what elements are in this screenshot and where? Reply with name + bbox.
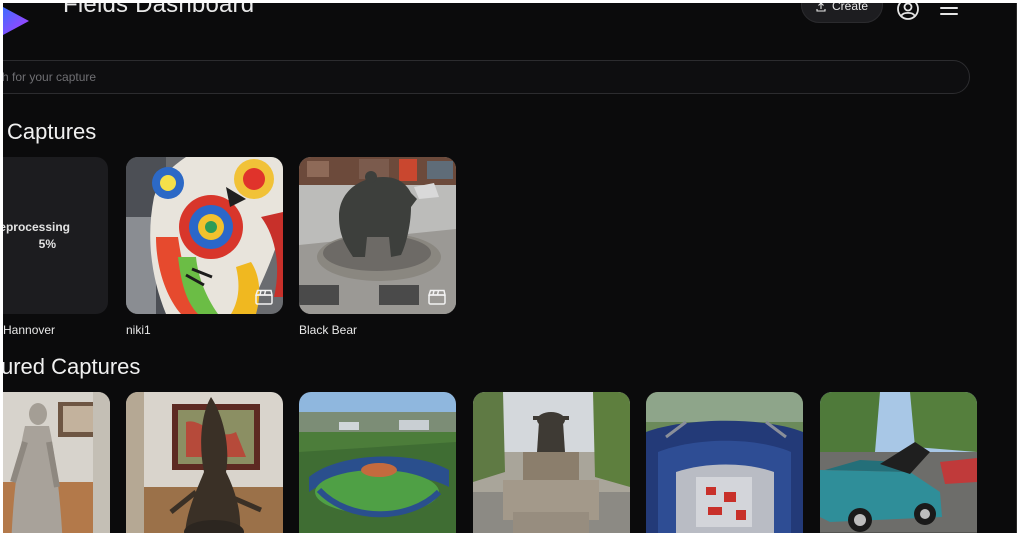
processing-status: eprocessing 5% [3, 219, 108, 253]
upload-icon [816, 3, 826, 12]
capture-card-black-bear[interactable] [299, 157, 456, 314]
create-button-label: Create [831, 3, 869, 13]
search-input[interactable] [3, 61, 969, 93]
app-title: Fields Dashboard [63, 3, 255, 18]
capture-label-niki1[interactable]: niki1 [126, 323, 151, 337]
featured-card[interactable] [473, 392, 630, 533]
capture-card-niki1[interactable] [126, 157, 283, 314]
capture-label-black-bear[interactable]: Black Bear [299, 323, 357, 337]
capture-card-hannover[interactable]: eprocessing 5% [3, 157, 108, 314]
create-button[interactable]: Create [801, 3, 883, 23]
featured-card[interactable] [3, 392, 110, 533]
statue-thumbnail [3, 392, 110, 533]
processing-percent: 5% [38, 237, 56, 251]
yoda-fountain-thumbnail [473, 392, 630, 533]
featured-card[interactable] [299, 392, 456, 533]
baseball-stadium-thumbnail [299, 392, 456, 533]
classic-car-thumbnail [820, 392, 977, 533]
dashboard-window: Fields Dashboard Create Captures eproces… [3, 3, 1017, 533]
user-account-icon[interactable] [896, 3, 920, 21]
featured-captures-heading: ured Captures [3, 354, 141, 379]
featured-card[interactable] [126, 392, 283, 533]
clapperboard-icon [255, 289, 273, 305]
clapperboard-icon [428, 289, 446, 305]
football-stadium-thumbnail [646, 392, 803, 533]
capture-label-hannover[interactable]: Hannover [3, 323, 55, 337]
search-bar[interactable] [3, 60, 970, 94]
hamburger-menu-icon[interactable] [939, 3, 959, 17]
logo-play-icon[interactable] [3, 5, 31, 37]
featured-card[interactable] [820, 392, 977, 533]
my-captures-heading: Captures [7, 119, 97, 144]
processing-label: eprocessing [3, 220, 70, 234]
featured-card[interactable] [646, 392, 803, 533]
sculpture-thumbnail [126, 392, 283, 533]
